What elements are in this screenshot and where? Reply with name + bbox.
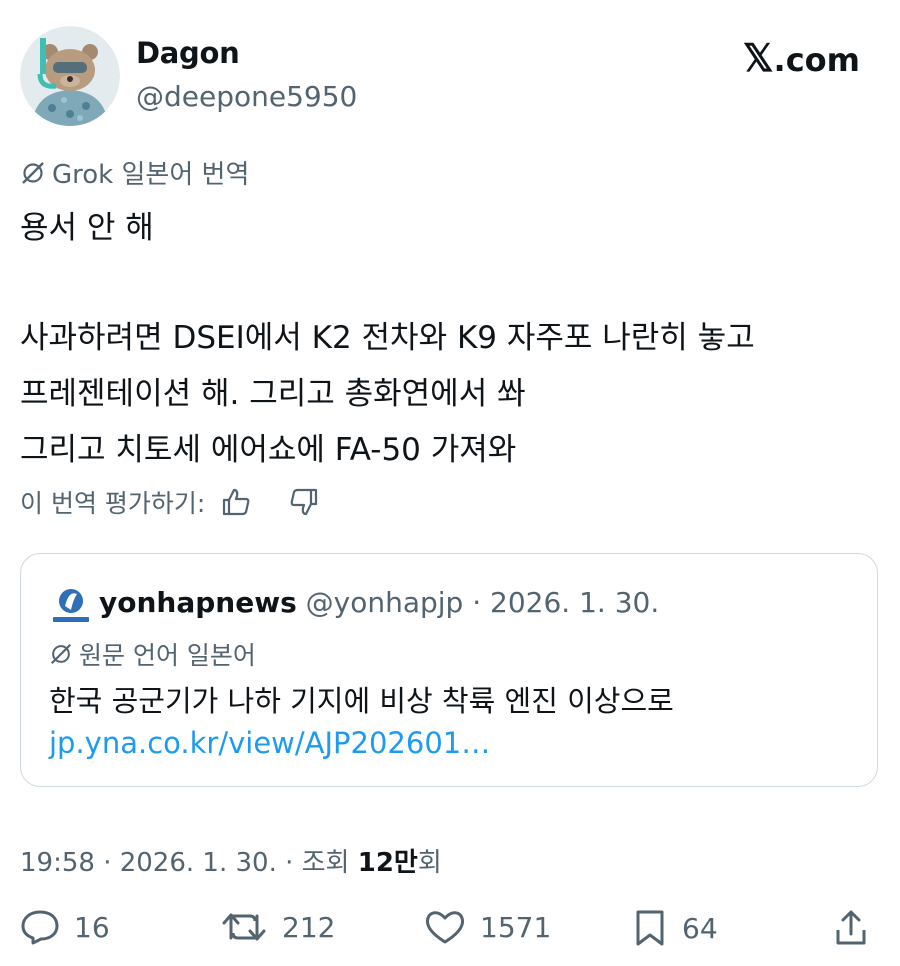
quoted-author-meta: @yonhapjp · 2026. 1. 30. bbox=[305, 586, 660, 619]
share-button[interactable] bbox=[834, 908, 868, 948]
post-text-line: 그리고 치토세 에어쇼에 FA-50 가져와 bbox=[20, 432, 517, 468]
reply-count: 16 bbox=[74, 910, 110, 944]
translation-label: Grok 일본어 번역 bbox=[20, 154, 249, 191]
author-handle[interactable]: @deepone5950 bbox=[136, 80, 357, 113]
quoted-language-text: 원문 언어 일본어 bbox=[79, 641, 256, 670]
view-count: 12만 bbox=[357, 848, 418, 878]
thumbs-down-icon[interactable] bbox=[287, 487, 319, 517]
view-suffix: 회 bbox=[417, 848, 442, 878]
translation-label-text: Grok 일본어 번역 bbox=[52, 160, 250, 190]
x-logo-domain: com bbox=[785, 41, 860, 79]
repost-icon bbox=[220, 908, 268, 946]
author-avatar[interactable] bbox=[20, 26, 120, 126]
post-text-line: 용서 안 해 bbox=[20, 210, 154, 246]
reply-button[interactable]: 16 bbox=[20, 908, 110, 946]
rate-translation-label: 이 번역 평가하기: bbox=[20, 489, 206, 518]
grok-icon bbox=[20, 160, 46, 186]
quoted-author-name[interactable]: yonhapnews bbox=[99, 586, 297, 619]
repost-button[interactable]: 212 bbox=[220, 908, 335, 946]
quoted-link[interactable]: jp.yna.co.kr/view/AJP202601… bbox=[49, 726, 490, 760]
thumbs-up-icon[interactable] bbox=[221, 487, 253, 517]
yonhap-logo-icon bbox=[51, 586, 91, 626]
reply-icon bbox=[20, 908, 60, 946]
grok-icon bbox=[49, 642, 73, 666]
x-logo-icon: 𝕏 bbox=[742, 38, 774, 80]
quoted-header: yonhapnews @yonhapjp · 2026. 1. 30. bbox=[99, 586, 659, 619]
post-text-line: 사과하려면 DSEI에서 K2 전차와 K9 자주포 나란히 놓고 bbox=[20, 320, 755, 356]
bookmark-button[interactable]: 64 bbox=[632, 908, 718, 948]
author-name[interactable]: Dagon bbox=[136, 36, 240, 70]
quoted-post[interactable]: yonhapnews @yonhapjp · 2026. 1. 30. 원문 언… bbox=[20, 553, 878, 787]
x-logo: 𝕏.com bbox=[742, 38, 860, 80]
heart-icon bbox=[424, 908, 466, 946]
bookmark-count: 64 bbox=[682, 911, 718, 945]
post-timestamp[interactable]: 19:58 · 2026. 1. 30. · 조회 bbox=[20, 848, 358, 878]
like-button[interactable]: 1571 bbox=[424, 908, 551, 946]
bookmark-icon bbox=[632, 908, 668, 948]
share-icon bbox=[834, 908, 868, 948]
post-meta: 19:58 · 2026. 1. 30. · 조회 12만회 bbox=[20, 842, 442, 879]
quoted-language-label: 원문 언어 일본어 bbox=[49, 636, 256, 672]
repost-count: 212 bbox=[282, 910, 336, 944]
like-count: 1571 bbox=[480, 910, 552, 944]
quoted-text: 한국 공군기가 나하 기지에 비상 착륙 엔진 이상으로 bbox=[49, 684, 674, 718]
rate-translation: 이 번역 평가하기: bbox=[20, 484, 319, 520]
post-text-line: 프레젠테이션 해. 그리고 총화연에서 쏴 bbox=[20, 376, 526, 412]
